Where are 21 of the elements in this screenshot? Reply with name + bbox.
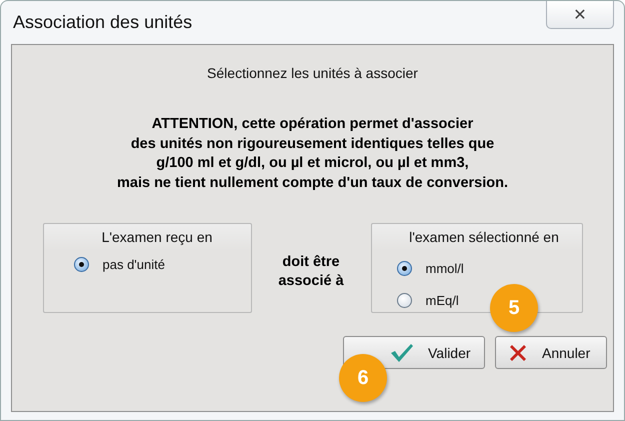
group-title: L'examen reçu en [102,229,212,245]
radio-button[interactable] [74,257,88,272]
validate-button[interactable]: Valider [343,336,485,369]
warning-text: g/100 ml et g/dl, ou µl et microl, ou µl et mm3, [156,154,469,173]
radio-label: mmol/l [426,261,464,276]
warning-text: ATTENTION, cette opération permet d'associer [152,115,474,134]
warning-text: mais ne tient nullement compte d'un taux de conversion. [117,174,508,192]
instruction-text: Sélectionnez les unités à associer [207,65,418,81]
cancel-button[interactable]: Annuler [495,336,607,369]
radio-button[interactable] [396,293,412,308]
window-title: Association des unités [12,11,192,34]
radio-button[interactable] [396,261,412,276]
close-button[interactable]: ✕ [546,1,614,29]
warning-text: des unités non rigoureusement identiques telles que [130,134,494,154]
radio-label: pas d'unité [102,257,165,272]
association-text: doit être [282,253,340,272]
checkmark-icon [390,342,414,362]
group-title: l'examen sélectionné en [409,229,559,245]
radio-label: mEq/l [426,293,459,308]
cross-icon [508,342,528,362]
association-text: associé à [278,272,344,291]
